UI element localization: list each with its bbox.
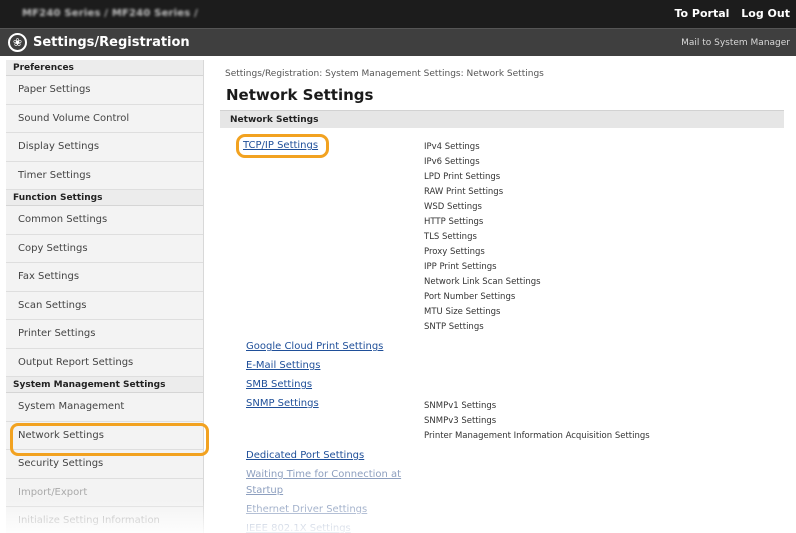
waiting-time-link-line2[interactable]: Startup bbox=[246, 485, 283, 496]
sub-item-http: HTTP Settings bbox=[424, 217, 484, 227]
sub-item-mtu-size: MTU Size Settings bbox=[424, 307, 501, 317]
mail-to-system-manager-link[interactable]: Mail to System Manager bbox=[681, 38, 790, 48]
sub-item-tls: TLS Settings bbox=[424, 232, 477, 242]
breadcrumb: Settings/Registration: System Management… bbox=[225, 69, 544, 79]
sub-item-lpd-print: LPD Print Settings bbox=[424, 172, 501, 182]
sidebar-item-copy-settings[interactable]: Copy Settings bbox=[6, 235, 203, 263]
tcpip-settings-link[interactable]: TCP/IP Settings bbox=[243, 140, 318, 151]
section-header: Network Settings bbox=[220, 110, 784, 128]
sub-item-ipv4: IPv4 Settings bbox=[424, 142, 480, 152]
dedicated-port-settings-link[interactable]: Dedicated Port Settings bbox=[246, 450, 364, 461]
to-portal-link[interactable]: To Portal bbox=[675, 7, 730, 20]
sidebar-item-common-settings[interactable]: Common Settings bbox=[6, 206, 203, 235]
sidebar: Preferences Paper Settings Sound Volume … bbox=[6, 60, 209, 533]
sidebar-item-fax-settings[interactable]: Fax Settings bbox=[6, 263, 203, 292]
sub-item-proxy: Proxy Settings bbox=[424, 247, 485, 257]
page-title: Network Settings bbox=[226, 86, 374, 104]
ieee-8021x-settings-link[interactable]: IEEE 802.1X Settings bbox=[246, 523, 351, 533]
smb-settings-link[interactable]: SMB Settings bbox=[246, 379, 312, 390]
sub-item-network-link-scan: Network Link Scan Settings bbox=[424, 277, 541, 287]
snmp-settings-link[interactable]: SNMP Settings bbox=[246, 398, 319, 409]
sidebar-item-scan-settings[interactable]: Scan Settings bbox=[6, 292, 203, 320]
sub-item-snmpv1: SNMPv1 Settings bbox=[424, 401, 497, 411]
sidebar-item-security-settings[interactable]: Security Settings bbox=[6, 450, 203, 479]
sub-item-port-number: Port Number Settings bbox=[424, 292, 516, 302]
sidebar-item-network-settings[interactable]: Network Settings bbox=[6, 422, 209, 455]
sidebar-section-preferences: Preferences bbox=[6, 60, 203, 76]
email-settings-link[interactable]: E-Mail Settings bbox=[246, 360, 320, 371]
sub-item-snmpv3: SNMPv3 Settings bbox=[424, 416, 497, 426]
sub-item-printer-management-info: Printer Management Information Acquisiti… bbox=[424, 431, 650, 441]
page-header-title: Settings/Registration bbox=[33, 35, 190, 50]
sub-item-ipv6: IPv6 Settings bbox=[424, 157, 480, 167]
sidebar-item-output-report-settings[interactable]: Output Report Settings bbox=[6, 349, 203, 377]
google-cloud-print-settings-link[interactable]: Google Cloud Print Settings bbox=[246, 341, 383, 352]
sub-item-sntp: SNTP Settings bbox=[424, 322, 484, 332]
sub-item-raw-print: RAW Print Settings bbox=[424, 187, 504, 197]
sidebar-section-system-management-settings: System Management Settings bbox=[6, 377, 203, 393]
main-content: Settings/Registration: System Management… bbox=[220, 60, 790, 533]
sidebar-item-printer-settings[interactable]: Printer Settings bbox=[6, 320, 203, 349]
sidebar-item-initialize-setting-information[interactable]: Initialize Setting Information bbox=[6, 507, 203, 533]
sidebar-item-import-export[interactable]: Import/Export bbox=[6, 479, 203, 507]
title-bar: ❀ Settings/Registration Mail to System M… bbox=[0, 28, 796, 56]
sidebar-section-function-settings: Function Settings bbox=[6, 190, 203, 206]
model-name: MF240 Series / MF240 Series / bbox=[22, 8, 198, 19]
sub-item-wsd: WSD Settings bbox=[424, 202, 482, 212]
sidebar-item-timer-settings[interactable]: Timer Settings bbox=[6, 162, 203, 190]
ethernet-driver-settings-link[interactable]: Ethernet Driver Settings bbox=[246, 504, 367, 515]
settings-registration-icon: ❀ bbox=[8, 33, 27, 52]
sidebar-item-sound-volume-control[interactable]: Sound Volume Control bbox=[6, 105, 203, 133]
top-bar: MF240 Series / MF240 Series / To Portal … bbox=[0, 0, 796, 28]
sub-item-ipp-print: IPP Print Settings bbox=[424, 262, 497, 272]
waiting-time-link[interactable]: Waiting Time for Connection at bbox=[246, 469, 401, 480]
logout-link[interactable]: Log Out bbox=[741, 7, 790, 20]
sidebar-item-paper-settings[interactable]: Paper Settings bbox=[6, 76, 203, 105]
sidebar-item-display-settings[interactable]: Display Settings bbox=[6, 133, 203, 162]
sidebar-item-system-management[interactable]: System Management bbox=[6, 393, 203, 422]
top-links: To Portal Log Out bbox=[667, 7, 791, 20]
